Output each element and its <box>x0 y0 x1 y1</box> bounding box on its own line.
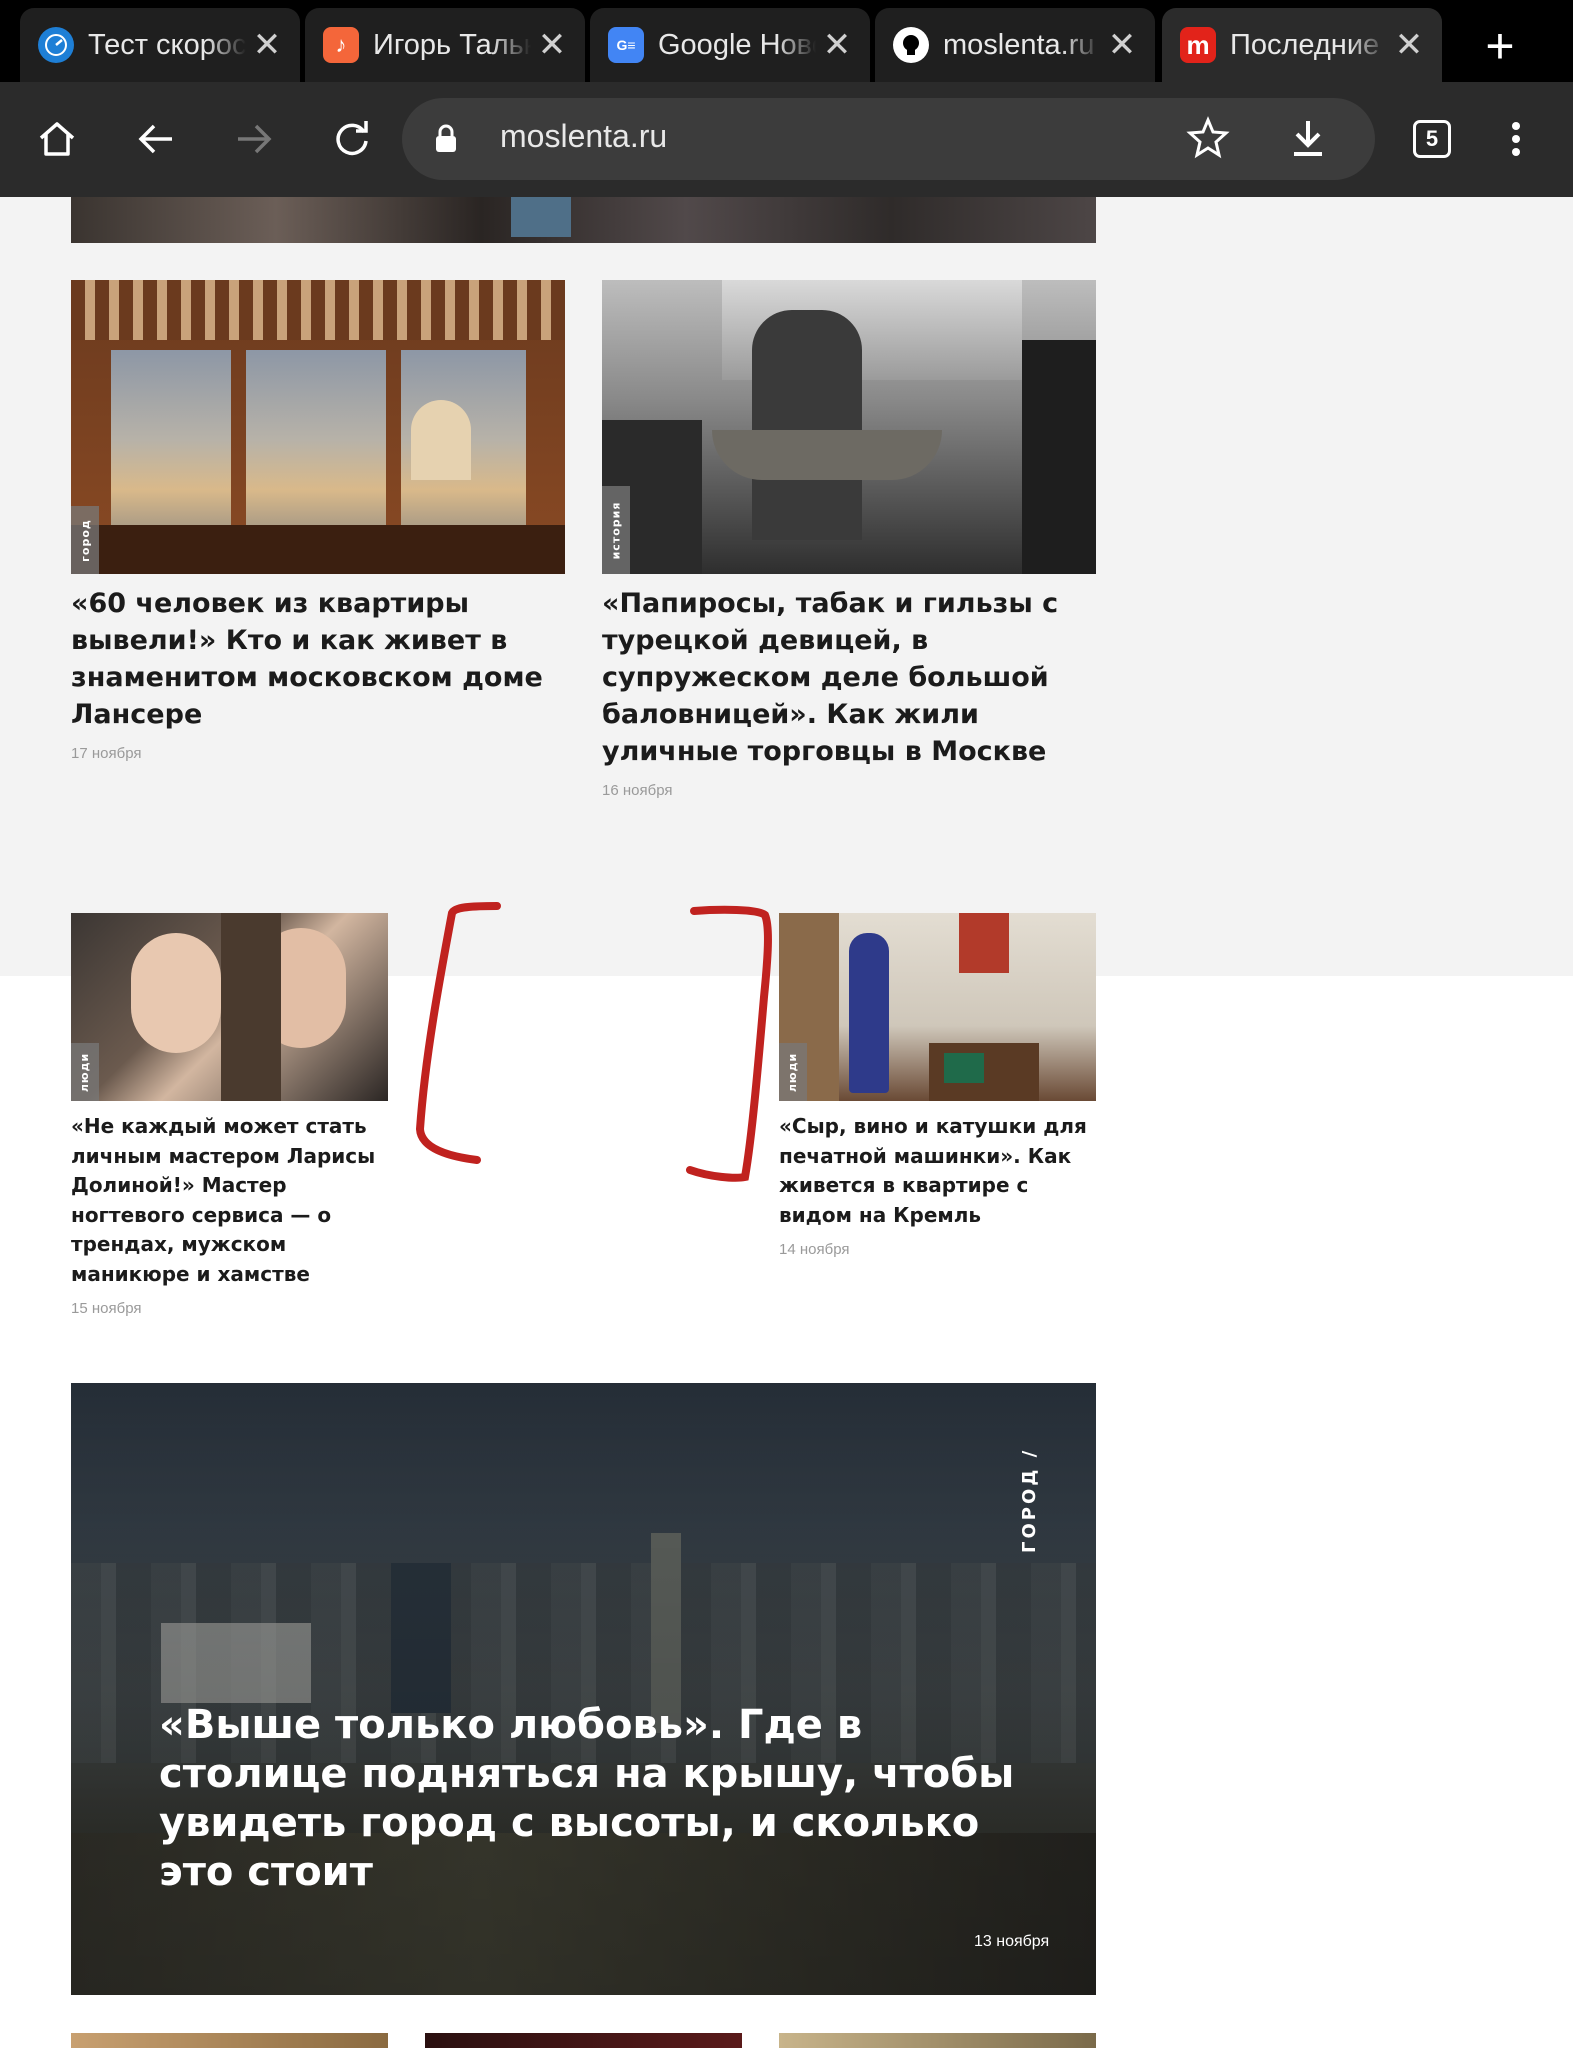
tab-github[interactable]: moslenta.ru ✕ <box>875 8 1155 82</box>
hero-rubric[interactable]: ГОРОД / <box>1019 1433 1049 1553</box>
tab-strip: Тест скорости ✕ ♪ Игорь Тальков ✕ G≡ Goo… <box>0 0 1573 82</box>
rubric-badge[interactable]: люди <box>779 1043 807 1101</box>
tab-title: moslenta.ru <box>943 28 1095 61</box>
menu-icon[interactable] <box>1484 107 1548 171</box>
article-title[interactable]: «Не каждый может стать личным мастером Л… <box>71 1112 388 1289</box>
hero-article[interactable]: ГОРОД / «Выше только любовь». Где в стол… <box>71 1383 1096 1995</box>
github-icon <box>893 27 929 63</box>
new-tab-icon[interactable]: + <box>1470 18 1530 78</box>
bookmark-star-icon[interactable] <box>1186 116 1230 164</box>
article-image-nails[interactable]: люди <box>71 913 388 1101</box>
close-icon[interactable]: ✕ <box>252 25 282 65</box>
download-icon[interactable] <box>1286 116 1330 164</box>
article-thumbnail[interactable] <box>71 2033 388 2048</box>
tab-google-news[interactable]: G≡ Google Новости ✕ <box>590 8 870 82</box>
tab-title: Игорь Тальков <box>373 28 531 61</box>
reload-icon[interactable] <box>320 107 384 171</box>
article-date: 16 ноября <box>602 782 673 799</box>
browser-toolbar: moslenta.ru 5 <box>0 82 1573 197</box>
article-image-market[interactable]: история <box>602 280 1096 574</box>
close-icon[interactable]: ✕ <box>822 25 852 65</box>
article-date: 15 ноября <box>71 1300 142 1317</box>
article-thumbnail[interactable] <box>779 2033 1096 2048</box>
close-icon[interactable]: ✕ <box>537 25 567 65</box>
article-image-apartment[interactable]: люди <box>779 913 1096 1101</box>
tab-switcher-button[interactable]: 5 <box>1400 107 1464 171</box>
page-content: город «60 человек из квартиры вывели!» К… <box>0 197 1573 2048</box>
google-news-icon: G≡ <box>608 27 644 63</box>
forward-icon[interactable] <box>222 107 286 171</box>
close-icon[interactable]: ✕ <box>1394 25 1424 65</box>
home-icon[interactable] <box>25 107 89 171</box>
close-icon[interactable]: ✕ <box>1107 25 1137 65</box>
article-title[interactable]: «Папиросы, табак и гильзы с турецкой дев… <box>602 585 1096 770</box>
tab-count: 5 <box>1413 120 1451 158</box>
rubric-badge[interactable]: люди <box>71 1043 99 1101</box>
tab-title: Тест скорости <box>88 28 246 61</box>
lock-icon <box>434 124 458 158</box>
article-date: 17 ноября <box>71 745 142 762</box>
rubric-badge[interactable]: город <box>71 506 99 574</box>
speedtest-icon <box>38 27 74 63</box>
article-title[interactable]: «60 человек из квартиры вывели!» Кто и к… <box>71 585 561 733</box>
hero-date: 13 ноября <box>974 1933 1050 1950</box>
address-bar[interactable]: moslenta.ru <box>402 98 1375 180</box>
url-text: moslenta.ru <box>500 118 668 154</box>
rubric-badge[interactable]: история <box>602 486 630 574</box>
article-title[interactable]: «Сыр, вино и катушки для печатной машинк… <box>779 1112 1096 1230</box>
tab-title: Последние новости <box>1230 28 1388 61</box>
tab-title: Google Новости <box>658 28 816 61</box>
moslenta-icon: m <box>1180 27 1216 63</box>
music-icon: ♪ <box>323 27 359 63</box>
article-date: 14 ноября <box>779 1241 850 1258</box>
tab-music[interactable]: ♪ Игорь Тальков ✕ <box>305 8 585 82</box>
hero-title[interactable]: «Выше только любовь». Где в столице подн… <box>159 1701 1019 1897</box>
article-thumbnail[interactable] <box>425 2033 742 2048</box>
tab-speedtest[interactable]: Тест скорости ✕ <box>20 8 300 82</box>
tab-moslenta[interactable]: m Последние новости ✕ <box>1162 8 1442 82</box>
back-icon[interactable] <box>124 107 188 171</box>
previous-article-image[interactable] <box>71 197 1096 243</box>
article-image-window[interactable]: город <box>71 280 565 574</box>
